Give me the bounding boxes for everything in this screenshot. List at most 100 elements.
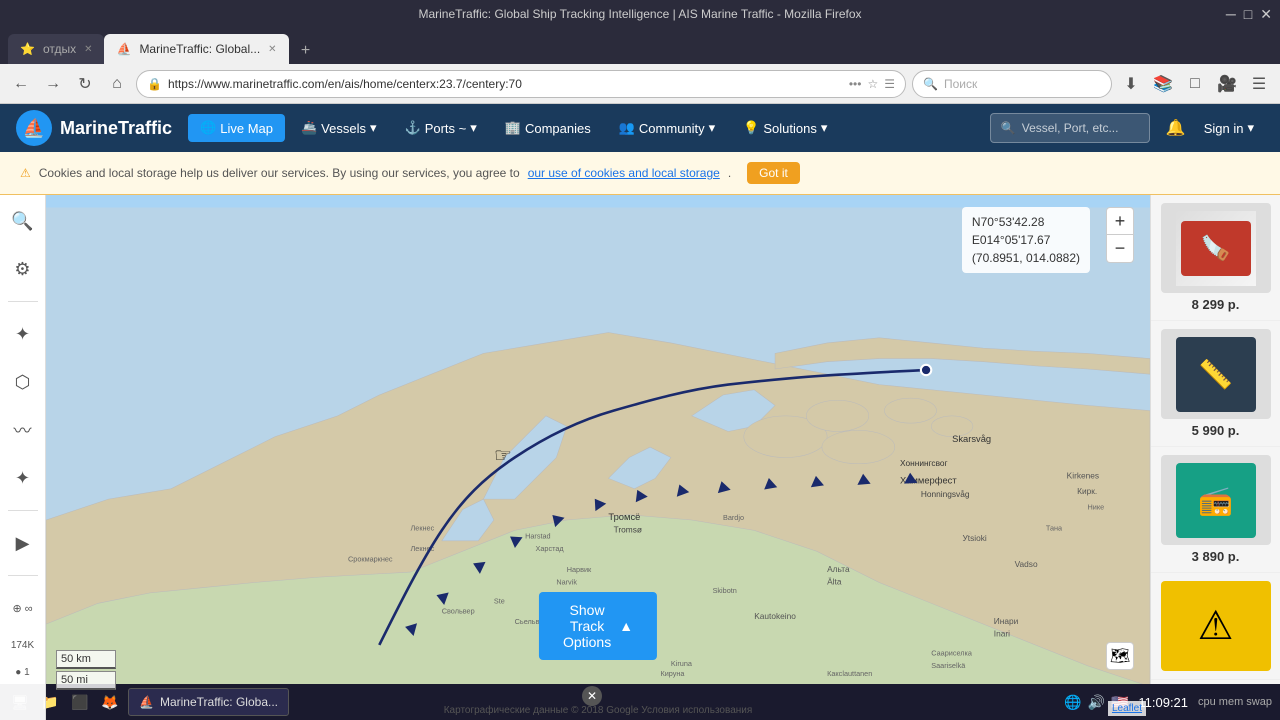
forward-button[interactable]: →: [40, 71, 66, 97]
taskbar-volume-icon[interactable]: 🔊: [1088, 694, 1105, 711]
sidebar-layers[interactable]: ✦: [7, 318, 39, 350]
ad-item-3[interactable]: 📻 3 890 р.: [1151, 447, 1280, 573]
screenshot-icon[interactable]: 🎥: [1214, 71, 1240, 97]
more-icon[interactable]: •••: [849, 77, 862, 91]
ad-image-1: 🪚: [1161, 203, 1271, 293]
app-logo[interactable]: ⛵ MarineTraffic: [16, 110, 172, 146]
close-btn[interactable]: ✕: [1260, 6, 1272, 23]
track-options-label: Show Track Options: [563, 602, 611, 650]
nav-ports[interactable]: ⚓ Ports ~ ▾: [393, 114, 489, 142]
bookmark-icon[interactable]: ☆: [867, 77, 878, 91]
community-arrow: ▾: [709, 120, 716, 136]
svg-text:Älta: Älta: [827, 577, 842, 587]
svg-text:Хоннингсвог: Хоннингсвог: [900, 458, 948, 468]
nav-companies[interactable]: 🏢 Companies: [493, 114, 603, 142]
map-credit: Картографические данные © 2018 Google Ус…: [444, 705, 753, 716]
address-bar[interactable]: 🔒 https://www.marinetraffic.com/en/ais/h…: [136, 70, 906, 98]
zoom-in-button[interactable]: +: [1106, 207, 1134, 235]
taskbar-right: 🌐 🔊 🇺🇸 11:09:21 cpu mem swap: [1064, 694, 1272, 711]
minimize-btn[interactable]: ─: [1226, 6, 1236, 23]
home-button[interactable]: ⌂: [104, 71, 130, 97]
sign-in-button[interactable]: Sign in ▾: [1194, 115, 1264, 141]
taskbar-terminal[interactable]: ⬛: [68, 690, 92, 714]
browser-search[interactable]: 🔍 Поиск: [912, 70, 1112, 98]
svg-text:Харстад: Харстад: [536, 544, 565, 553]
ad-item-4[interactable]: ⚠: [1151, 573, 1280, 680]
sign-in-arrow: ▾: [1247, 120, 1254, 136]
sidebar-play[interactable]: ▶: [7, 527, 39, 559]
zoom-out-button[interactable]: −: [1106, 235, 1134, 263]
reading-icon[interactable]: □: [1182, 71, 1208, 97]
nav-live-map[interactable]: 🌐 Live Map: [188, 114, 285, 142]
search-placeholder: Поиск: [944, 77, 977, 91]
leaflet-link[interactable]: Leaflet: [1112, 703, 1142, 714]
svg-text:Свольвер: Свольвер: [442, 607, 475, 616]
sidebar-counter-active: ● 1: [15, 667, 29, 678]
map-container[interactable]: Хаммерфест Honningsvåg Skarsvåg Хоннингс…: [46, 195, 1150, 720]
nav-solutions[interactable]: 💡 Solutions ▾: [731, 114, 839, 142]
tab-close-1[interactable]: ✕: [84, 44, 92, 55]
sidebar-broadcast[interactable]: ⊕ ∞: [7, 592, 39, 624]
nav-search[interactable]: 🔍 Vessel, Port, etc...: [990, 113, 1150, 143]
map-layer-button[interactable]: 🗺: [1106, 642, 1134, 670]
scale-bar: 50 km 50 mi: [56, 650, 116, 690]
ad-item-1[interactable]: 🪚 8 299 р.: [1151, 195, 1280, 321]
sidebar-search[interactable]: 🔍: [7, 205, 39, 237]
sidebar-hexagon[interactable]: ⬡: [7, 366, 39, 398]
download-icon[interactable]: ⬇: [1118, 71, 1144, 97]
toolbar-icons: ⬇ 📚 □ 🎥 ☰: [1118, 71, 1272, 97]
track-close-button[interactable]: ✕: [582, 686, 602, 706]
taskbar-network-icon[interactable]: 🌐: [1064, 694, 1081, 711]
svg-text:Narvik: Narvik: [556, 578, 577, 587]
scale-mi: 50 mi: [56, 671, 116, 690]
track-options-button[interactable]: Show Track Options ▲: [539, 592, 657, 660]
cookie-link[interactable]: our use of cookies and local storage: [528, 166, 720, 180]
svg-text:Кируна: Кируна: [660, 669, 685, 678]
tab-favicon-2: ⛵: [116, 42, 131, 56]
got-it-button[interactable]: Got it: [747, 162, 800, 184]
svg-text:Тромсё: Тромсё: [608, 512, 640, 522]
svg-text:Ste: Ste: [494, 596, 505, 605]
address-bar-row: ← → ↻ ⌂ 🔒 https://www.marinetraffic.com/…: [0, 64, 1280, 104]
ad-price-1: 8 299 р.: [1192, 297, 1240, 312]
solutions-arrow: ▾: [821, 120, 828, 136]
sidebar-route[interactable]: 〰: [7, 414, 39, 446]
companies-icon: 🏢: [505, 120, 521, 136]
bell-icon[interactable]: 🔔: [1166, 118, 1186, 138]
ad-item-2[interactable]: 📏 5 990 р.: [1151, 321, 1280, 447]
title-bar: MarineTraffic: Global Ship Tracking Inte…: [0, 0, 1280, 28]
refresh-button[interactable]: ↻: [72, 71, 98, 97]
coord-lon: E014°05'17.67: [972, 231, 1080, 249]
sidebar-cluster[interactable]: ✦: [7, 462, 39, 494]
nav-vessels[interactable]: 🚢 Vessels ▾: [289, 114, 389, 142]
vessels-arrow: ▾: [370, 120, 377, 136]
tab-label: отдых: [43, 42, 76, 56]
new-tab-button[interactable]: +: [293, 38, 319, 64]
map-zoom-controls: + −: [1106, 207, 1134, 263]
taskbar-app-marinetraffic[interactable]: ⛵ MarineTraffic: Globa...: [128, 688, 289, 716]
library-icon[interactable]: 📚: [1150, 71, 1176, 97]
taskbar-firefox[interactable]: 🦊: [98, 690, 122, 714]
ad-image-3: 📻: [1161, 455, 1271, 545]
tabs-row: ⭐ отдых ✕ ⛵ MarineTraffic: Global... ✕ +: [0, 28, 1280, 64]
ports-arrow: ▾: [470, 120, 477, 136]
tab-marinetraffic[interactable]: ⛵ MarineTraffic: Global... ✕: [104, 34, 288, 64]
live-map-label: Live Map: [220, 121, 273, 136]
solutions-label: Solutions: [763, 121, 816, 136]
tab-favicon: ⭐: [20, 42, 35, 56]
nav-community[interactable]: 👥 Community ▾: [607, 114, 727, 142]
svg-text:Kiruna: Kiruna: [671, 659, 693, 668]
read-icon[interactable]: ☰: [884, 77, 895, 91]
vessels-label: Vessels: [321, 121, 366, 136]
tab-close-2[interactable]: ✕: [268, 44, 276, 55]
sidebar-filter[interactable]: ⚙: [7, 253, 39, 285]
svg-text:Кирк.: Кирк.: [1077, 486, 1097, 496]
window-controls[interactable]: ─ □ ✕: [1226, 6, 1272, 23]
menu-icon[interactable]: ☰: [1246, 71, 1272, 97]
back-button[interactable]: ←: [8, 71, 34, 97]
svg-text:Kautokeino: Kautokeino: [754, 611, 796, 621]
maximize-btn[interactable]: □: [1244, 6, 1252, 23]
svg-text:Harstad: Harstad: [525, 532, 551, 541]
tab-отдых[interactable]: ⭐ отдых ✕: [8, 34, 104, 64]
track-options-icon: ▲: [619, 618, 633, 634]
